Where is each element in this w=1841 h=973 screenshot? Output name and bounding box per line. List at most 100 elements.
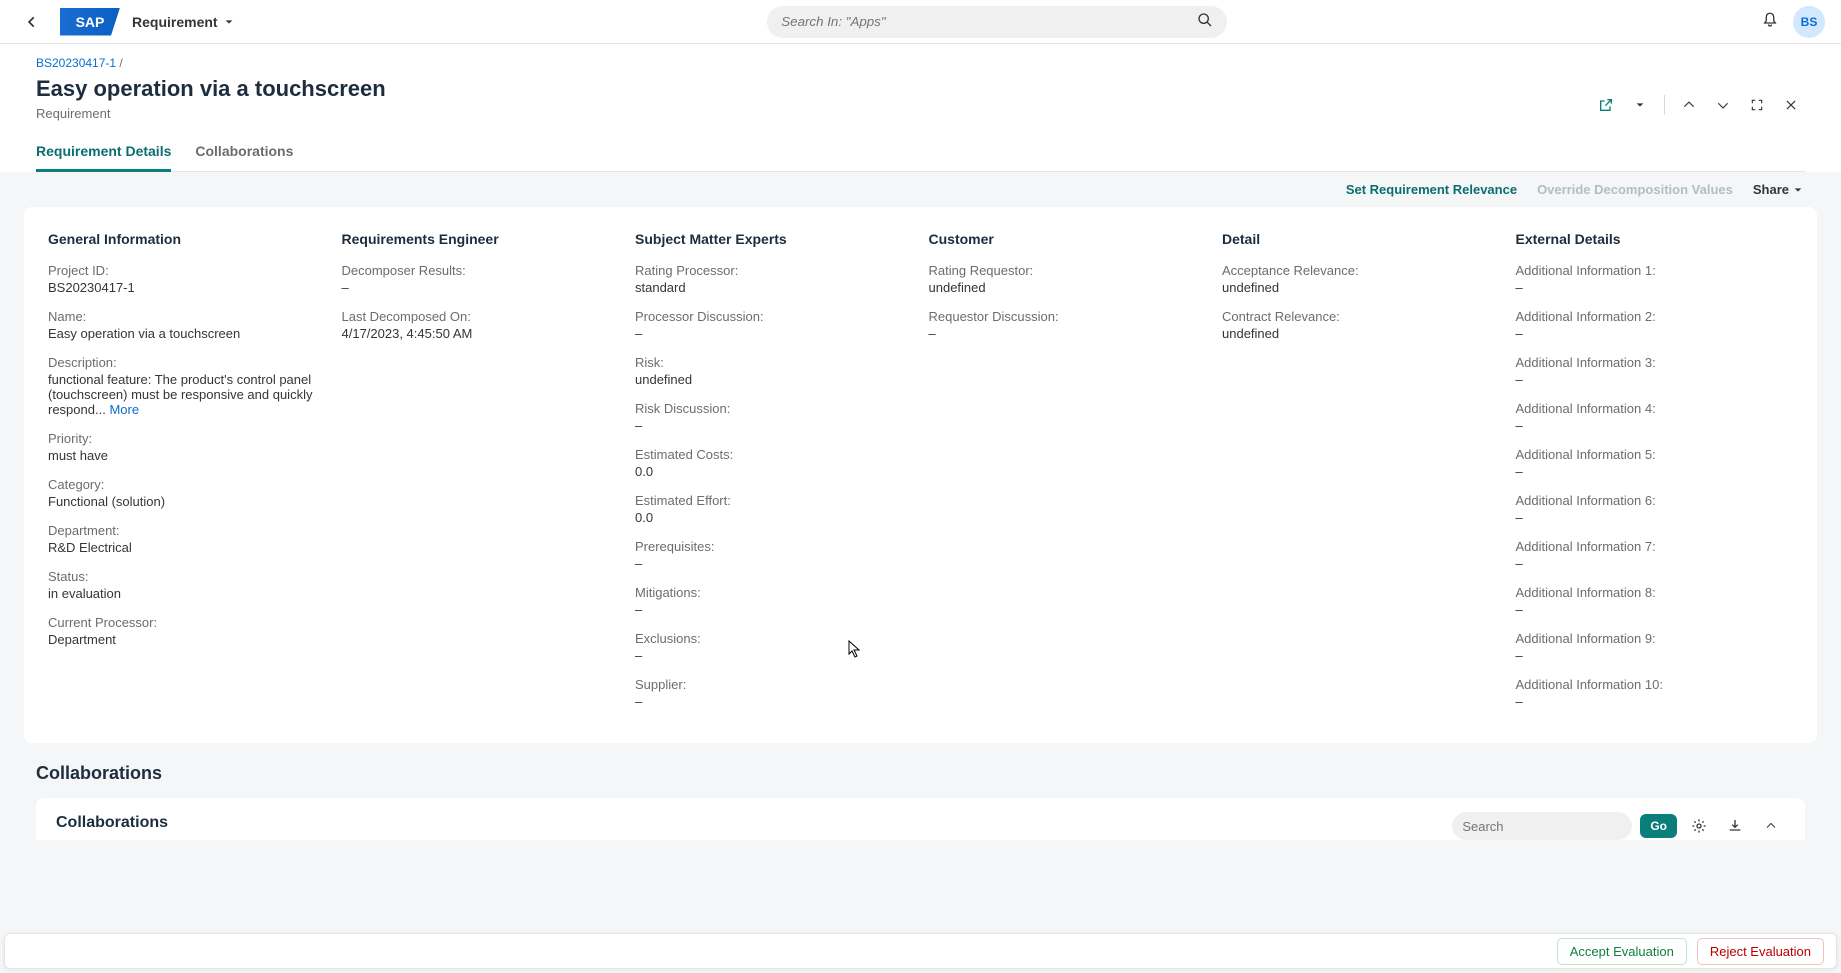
- chevron-down-icon: [1635, 100, 1645, 110]
- search-container: [234, 6, 1761, 38]
- avatar[interactable]: BS: [1793, 6, 1825, 38]
- field-label: Acceptance Relevance:: [1222, 263, 1500, 278]
- share-label: Share: [1753, 182, 1789, 197]
- section-heading: General Information: [48, 231, 326, 247]
- page-title: Easy operation via a touchscreen: [36, 76, 386, 102]
- field-label: Additional Information 7:: [1516, 539, 1794, 554]
- field-label: Category:: [48, 477, 326, 492]
- description-text: functional feature: The product's contro…: [48, 372, 312, 417]
- collaborations-search[interactable]: [1452, 812, 1632, 840]
- previous-button[interactable]: [1675, 91, 1703, 119]
- field-label: Processor Discussion:: [635, 309, 913, 324]
- gear-icon: [1691, 818, 1707, 834]
- fullscreen-icon: [1750, 98, 1764, 112]
- app-title-text: Requirement: [132, 14, 218, 30]
- bell-icon: [1761, 11, 1779, 29]
- notifications-button[interactable]: [1761, 11, 1779, 32]
- field-label: Department:: [48, 523, 326, 538]
- go-button[interactable]: Go: [1640, 814, 1677, 838]
- field-value: BS20230417-1: [48, 280, 326, 295]
- field-label: Project ID:: [48, 263, 326, 278]
- field-value: must have: [48, 448, 326, 463]
- section-general-information: General Information Project ID: BS2023041…: [48, 231, 326, 723]
- close-button[interactable]: [1777, 91, 1805, 119]
- chevron-down-icon: [224, 17, 234, 27]
- export-button[interactable]: [1721, 812, 1749, 840]
- reject-evaluation-button[interactable]: Reject Evaluation: [1697, 938, 1824, 965]
- field-value: –: [1516, 602, 1794, 617]
- field-value: –: [635, 556, 913, 571]
- field-value: –: [1516, 694, 1794, 709]
- field-value: 0.0: [635, 510, 913, 525]
- field-value: Department: [48, 632, 326, 647]
- field-label: Additional Information 4:: [1516, 401, 1794, 416]
- search-input[interactable]: [781, 14, 1197, 29]
- collapse-button[interactable]: [1757, 812, 1785, 840]
- chevron-left-icon: [25, 15, 39, 29]
- chevron-up-icon: [1765, 820, 1777, 832]
- app-title-dropdown[interactable]: Requirement: [132, 14, 234, 30]
- title-actions: [1592, 91, 1805, 119]
- page-header: BS20230417-1 / Easy operation via a touc…: [0, 44, 1841, 172]
- set-requirement-relevance-link[interactable]: Set Requirement Relevance: [1346, 182, 1517, 197]
- field-label: Rating Processor:: [635, 263, 913, 278]
- field-label: Priority:: [48, 431, 326, 446]
- section-heading: External Details: [1516, 231, 1794, 247]
- tab-requirement-details[interactable]: Requirement Details: [36, 133, 171, 171]
- field-value: –: [1516, 464, 1794, 479]
- divider: [1664, 95, 1665, 115]
- field-value: –: [635, 418, 913, 433]
- field-label: Mitigations:: [635, 585, 913, 600]
- collaborations-section: Collaborations Collaborations Go: [24, 743, 1817, 840]
- search-box[interactable]: [767, 6, 1227, 38]
- back-button[interactable]: [16, 6, 48, 38]
- field-value: –: [929, 326, 1207, 341]
- field-label: Supplier:: [635, 677, 913, 692]
- share-dropdown-button[interactable]: [1626, 91, 1654, 119]
- search-icon[interactable]: [1197, 12, 1213, 31]
- field-value: undefined: [929, 280, 1207, 295]
- field-label: Status:: [48, 569, 326, 584]
- collaborations-search-input[interactable]: [1462, 819, 1638, 834]
- breadcrumb: BS20230417-1 /: [36, 56, 1805, 70]
- field-value: standard: [635, 280, 913, 295]
- section-customer: Customer Rating Requestor:undefined Requ…: [929, 231, 1207, 723]
- section-requirements-engineer: Requirements Engineer Decomposer Results…: [342, 231, 620, 723]
- page-subtitle: Requirement: [36, 106, 386, 121]
- share-dropdown[interactable]: Share: [1753, 182, 1803, 197]
- more-link[interactable]: More: [109, 402, 139, 417]
- next-button[interactable]: [1709, 91, 1737, 119]
- field-label: Estimated Effort:: [635, 493, 913, 508]
- section-subject-matter-experts: Subject Matter Experts Rating Processor:…: [635, 231, 913, 723]
- fullscreen-button[interactable]: [1743, 91, 1771, 119]
- field-value: 4/17/2023, 4:45:50 AM: [342, 326, 620, 341]
- section-heading: Detail: [1222, 231, 1500, 247]
- field-value: in evaluation: [48, 586, 326, 601]
- field-label: Additional Information 10:: [1516, 677, 1794, 692]
- field-value: –: [635, 326, 913, 341]
- field-label: Additional Information 6:: [1516, 493, 1794, 508]
- field-label: Estimated Costs:: [635, 447, 913, 462]
- tabs: Requirement Details Collaborations: [36, 133, 1805, 172]
- field-value: undefined: [1222, 280, 1500, 295]
- field-value: –: [1516, 556, 1794, 571]
- tab-collaborations[interactable]: Collaborations: [195, 133, 293, 171]
- field-value: –: [1516, 418, 1794, 433]
- sap-logo: SAP: [60, 8, 120, 36]
- accept-evaluation-button[interactable]: Accept Evaluation: [1557, 938, 1687, 965]
- field-label: Prerequisites:: [635, 539, 913, 554]
- breadcrumb-link[interactable]: BS20230417-1: [36, 56, 116, 70]
- field-label: Current Processor:: [48, 615, 326, 630]
- content: Set Requirement Relevance Override Decom…: [0, 172, 1841, 840]
- settings-button[interactable]: [1685, 812, 1713, 840]
- collaborations-card: Collaborations Go: [36, 798, 1805, 840]
- field-label: Description:: [48, 355, 326, 370]
- section-heading: Customer: [929, 231, 1207, 247]
- field-label: Risk:: [635, 355, 913, 370]
- field-value: functional feature: The product's contro…: [48, 372, 326, 417]
- field-label: Additional Information 9:: [1516, 631, 1794, 646]
- field-label: Contract Relevance:: [1222, 309, 1500, 324]
- field-value: –: [1516, 326, 1794, 341]
- field-value: undefined: [635, 372, 913, 387]
- share-action-button[interactable]: [1592, 91, 1620, 119]
